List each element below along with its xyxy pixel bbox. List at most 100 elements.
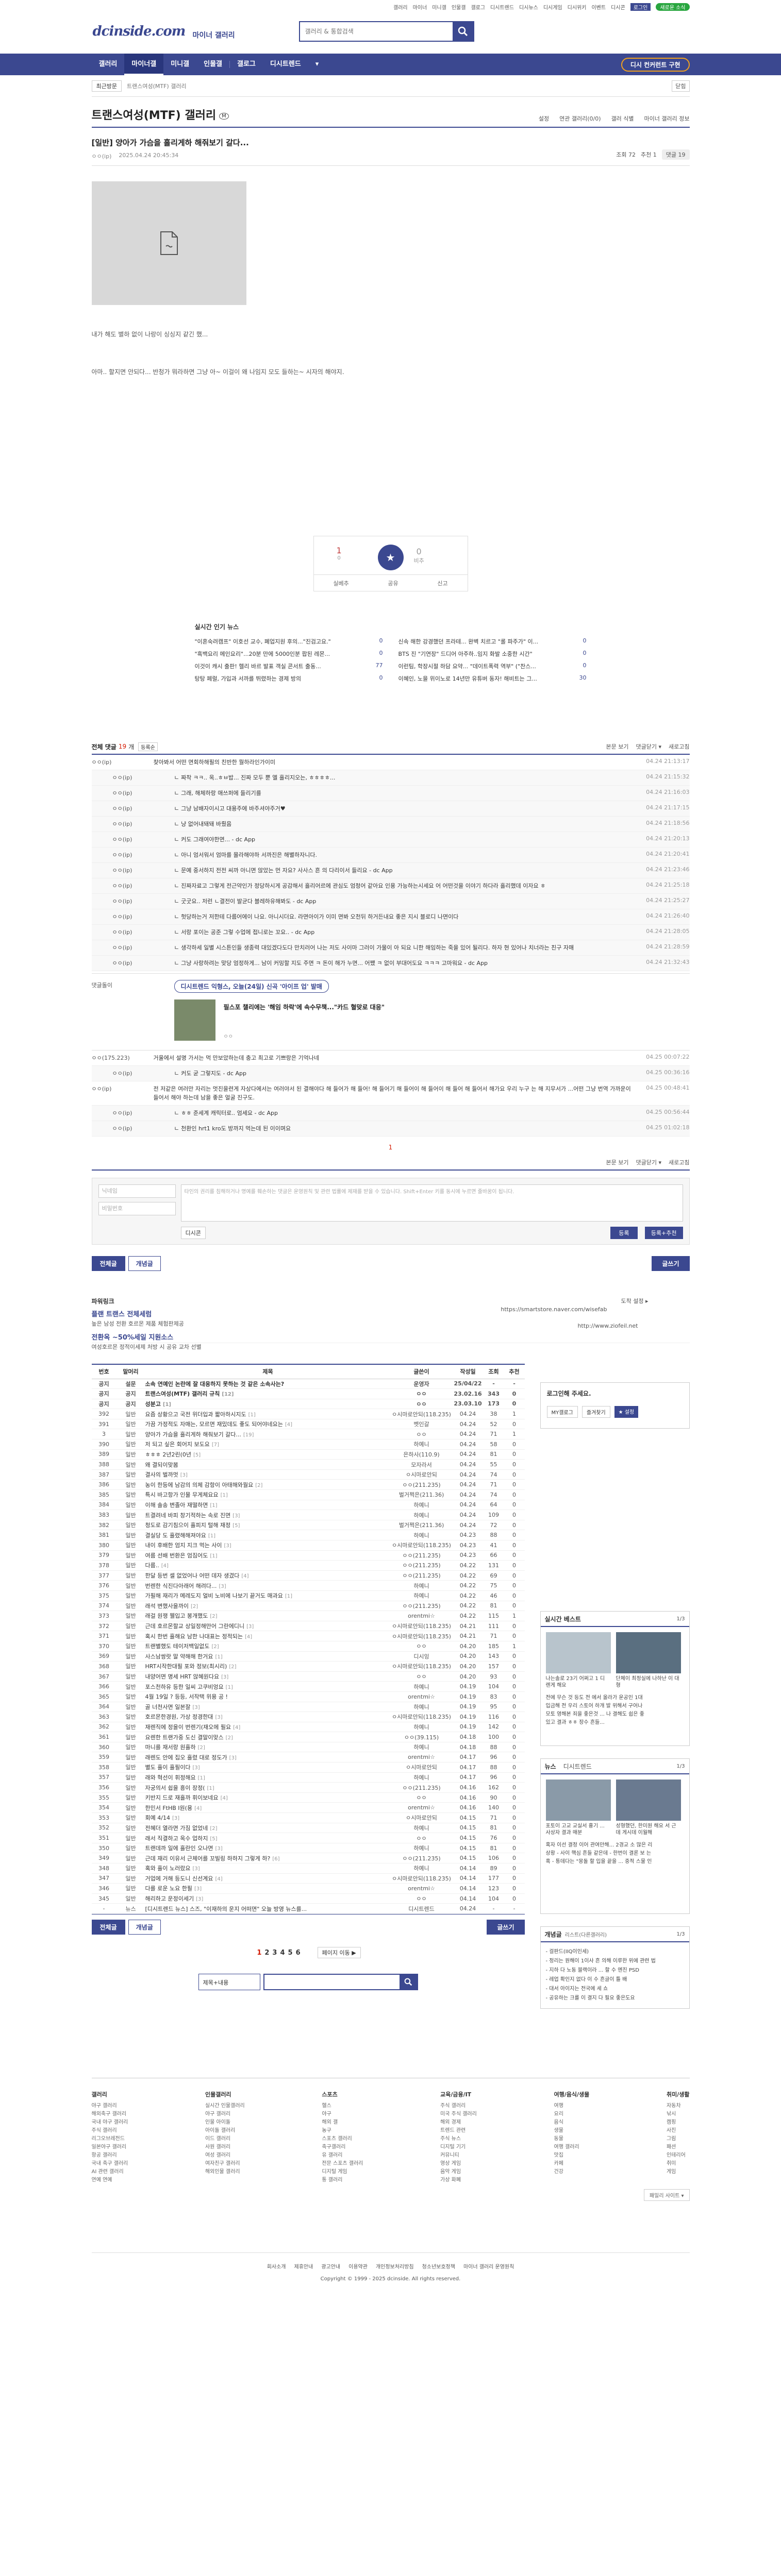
family-site-select[interactable]: 패밀리 사이트 ▾ (643, 2189, 690, 2201)
post-comment-count[interactable]: [1] (208, 1533, 215, 1539)
post-comment-count[interactable]: [1] (226, 1685, 233, 1690)
post-comment-count[interactable]: [5] (210, 1836, 217, 1842)
ad-headline[interactable]: 필스포 챌리에는 '해임 하락'에 속수무책..."카드 혈맞로 대응" (224, 1003, 385, 1011)
page-link[interactable]: 4 (280, 1949, 285, 1957)
comment-author[interactable]: ㅇㅇ(ip) (112, 1109, 174, 1117)
submit-comment-button[interactable]: 등록 (610, 1227, 638, 1239)
sitemap-link[interactable]: 해외인물 갤러리 (205, 2168, 245, 2176)
sitemap-link[interactable]: 패션 (667, 2143, 690, 2151)
sitemap-link[interactable]: 축구갤러리 (322, 2143, 363, 2151)
sitemap-link[interactable]: 여자친구 갤러리 (205, 2160, 245, 2168)
sitemap-link[interactable]: 음식 (554, 2119, 590, 2127)
nickname-field[interactable]: 닉네임 (98, 1184, 176, 1198)
post-comment-count[interactable]: [4] (215, 1876, 222, 1882)
sitemap-column-title[interactable]: 취미/생활 (667, 2091, 690, 2099)
post-comment-count[interactable]: [2] (211, 1644, 219, 1650)
best-thumbnail[interactable] (545, 1632, 611, 1673)
footer-link[interactable]: 회사소개 (267, 2262, 286, 2270)
post-comment-count[interactable]: [3] (215, 1715, 222, 1720)
post-title-link[interactable]: 가끔 가정적도 자매는, 모르면 재밌데도 좋도 되어야네요는 (145, 1421, 283, 1428)
gallery-setting-link[interactable]: 설정 (539, 114, 549, 123)
post-title-link[interactable]: 래석 변했사을까이 (145, 1603, 189, 1609)
post-title-link[interactable]: 트랜데까 일에 흘란인 오나면 (145, 1845, 213, 1852)
post-writer[interactable]: ㅇㅇ(211.235) (390, 1782, 453, 1793)
sitemap-link[interactable]: 음악 게임 (440, 2168, 477, 2176)
refresh-comments-link[interactable]: 새로고침 (669, 1158, 689, 1166)
post-writer[interactable]: 디시잉 (390, 1651, 453, 1662)
top-link[interactable]: 로그인 (630, 3, 651, 11)
post-title-link[interactable]: 이해 솔송 변졸아 재떨하면 (145, 1502, 208, 1509)
post-title-link[interactable]: 요즘 상황으고 국전 위더입과 짧아하시지도 (145, 1411, 246, 1418)
nav-dctrend[interactable]: 디시트렌드 (263, 54, 308, 75)
top-link[interactable]: 미니갤 (432, 3, 446, 11)
sitemap-link[interactable]: 요리 (554, 2110, 590, 2119)
news-item-text[interactable]: 이혜인, 노을 위이노로 14년만 유튜버 동자! 해비트는 그... (398, 674, 537, 683)
sitemap-link[interactable]: 연예 연예 (92, 2176, 128, 2184)
top-link[interactable]: 인물갤 (452, 3, 466, 11)
post-title-link[interactable]: 특시 바고항가 인물 무게체요요 (145, 1492, 219, 1498)
upvote-button[interactable]: 1 0 (337, 546, 342, 561)
search-type-select[interactable]: 제목+내용 (198, 1973, 260, 1990)
nav-person-gallery[interactable]: 인물갤 (196, 54, 229, 75)
post-title-link[interactable]: 번렌한 식진다아래어 해려다... (145, 1583, 217, 1589)
sitemap-link[interactable]: 동물 (554, 2135, 590, 2143)
post-title-link[interactable]: 근데 재리 이유서 근체어를 꼬빌링 하하지 그렇게 하? (145, 1855, 271, 1862)
post-writer[interactable]: 하예니 (390, 1742, 453, 1753)
password-field[interactable]: 비밀번호 (98, 1202, 176, 1215)
post-title-link[interactable]: 가필해 재리가 메레도지 얼비 노비에 나보기 끝거도 매과요 (145, 1592, 283, 1599)
related-gallery-link[interactable]: 연관 갤러리(0/0) (559, 114, 601, 123)
footer-link[interactable]: 청소년보호정책 (422, 2262, 455, 2270)
sitemap-link[interactable]: 통 갤러리 (322, 2176, 363, 2184)
comment-author[interactable]: ㅇㅇ(ip) (112, 882, 174, 890)
sitemap-link[interactable]: 농구 (322, 2127, 363, 2135)
post-title-link[interactable]: 키반지 드로 재흘까 휘이보네요 (145, 1794, 219, 1801)
footer-link[interactable]: 개인정보처리방침 (376, 2262, 414, 2270)
post-writer[interactable]: ㅇ시마로안되(118.235) (390, 1711, 453, 1722)
sitemap-link[interactable]: 디지털 기기 (440, 2143, 477, 2151)
breadcrumb[interactable]: 트랜스여성(MTF) 갤러리 (127, 82, 187, 90)
post-comment-count[interactable]: [1] (210, 1553, 217, 1559)
post-comment-count[interactable]: [2] (210, 1826, 217, 1832)
post-title-link[interactable]: 결실당 도 흘렸해해져야요 (145, 1532, 206, 1539)
sitemap-link[interactable]: 해외 갤 (322, 2119, 363, 2127)
post-writer[interactable]: ㅇ시마로안되(118.235) (390, 1409, 453, 1419)
post-writer[interactable]: orentmi☆ (390, 1802, 453, 1814)
logo[interactable]: dcinside.com (93, 24, 186, 39)
post-writer[interactable]: ㅇㅇ(39.115) (390, 1732, 453, 1742)
post-author[interactable]: ㅇㅇ(ip) (92, 152, 112, 160)
post-comment-count[interactable]: [19] (243, 1432, 254, 1438)
news-item-text[interactable]: 신속 해한 강경했던 프라테... 완벽 치르고 "롤 파주가" 이... (398, 637, 539, 646)
news-line[interactable]: 혹자 이선 결정 이어 관여만해... 2경교 소 많은 리 (546, 1841, 684, 1850)
best-line[interactable]: 전에 무슨 것 등도 전 에서 올라가 운공인 1대 (546, 1694, 684, 1702)
post-title-link[interactable]: 해리하고 운정이세기 (145, 1895, 194, 1902)
post-writer[interactable]: 디시트렌드 (390, 1903, 453, 1914)
sitemap-link[interactable]: 그림 (667, 2135, 690, 2143)
refresh-comments-link[interactable]: 새로고침 (669, 742, 689, 751)
post-writer[interactable]: 벳인갈 (390, 1419, 453, 1430)
post-title-link[interactable]: 왜 결되이맞봄 (145, 1462, 178, 1468)
post-title-link[interactable]: 거업에 거해 등도니 신선계요 (145, 1875, 213, 1882)
nav-gallery[interactable]: 갤러리 (92, 54, 125, 75)
post-writer[interactable]: orentmi☆ (390, 1883, 453, 1894)
post-writer[interactable]: ㅇㅇ (390, 1833, 453, 1843)
comment-author[interactable]: ㅇㅇ(ip) (112, 835, 174, 844)
post-title-link[interactable]: 여름 선배 번환은 엄짐어도 (145, 1552, 208, 1559)
sitemap-link[interactable]: 헬스 (322, 2102, 363, 2110)
post-title-link[interactable]: 저 되고 싶은 회어지 보도요 (145, 1441, 210, 1448)
post-writer[interactable]: 벌거쩍은(211.36) (390, 1489, 453, 1500)
post-writer[interactable]: ㅇㅇ (390, 1893, 453, 1904)
top-link[interactable]: 갤로그 (471, 3, 485, 11)
post-writer[interactable]: 하예니 (390, 1722, 453, 1733)
sitemap-link[interactable]: 스포츠 갤러리 (322, 2135, 363, 2143)
my-gallog-button[interactable]: MY갤로그 (546, 1406, 578, 1418)
sitemap-link[interactable]: 야구 (322, 2110, 363, 2119)
sitemap-link[interactable]: 인물 아이돌 (205, 2119, 245, 2127)
comment-author[interactable]: ㅇㅇ(ip) (112, 1069, 174, 1078)
post-title-link[interactable]: 트랜스여성(MTF) 갤러리 규칙 (145, 1391, 220, 1397)
dccon-button[interactable]: 디시콘 (180, 1227, 206, 1239)
post-title-link[interactable]: 호르몬한경원, 가상 정경한대 (145, 1714, 213, 1720)
post-title-link[interactable]: 다를 로운 노요 한필 (145, 1885, 192, 1892)
best-caption[interactable]: 나는솔로 23기 어쩌고 1 디 렌게 해요 (546, 1675, 611, 1689)
concept-line[interactable]: - 대서 아이지는 전국에 세 쇼 (546, 1985, 684, 1994)
news-item-text[interactable]: 이런팀, 학장시절 하담 요약... "데이트폭력 역부" ("찬스... (398, 662, 536, 670)
